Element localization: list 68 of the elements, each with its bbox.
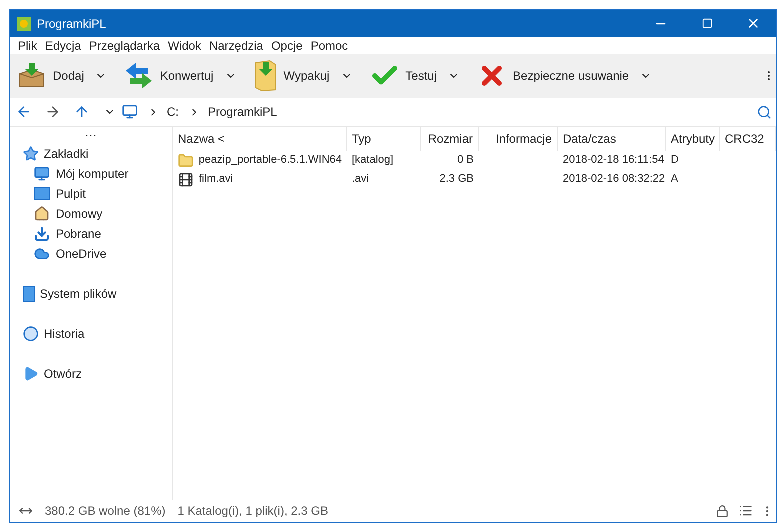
toolbar-button[interactable]: Konwertuj <box>121 58 217 94</box>
swap-arrows-icon <box>124 62 154 90</box>
window-title: ProgramkiPL <box>37 16 106 32</box>
menu-item[interactable]: Przeglądarka <box>85 36 164 54</box>
lock-icon[interactable] <box>716 504 729 518</box>
film-icon <box>178 172 194 188</box>
sidebar-item[interactable]: Otwórz <box>10 364 172 384</box>
table-cell-text: [katalog] <box>352 153 394 168</box>
table-cell-text: peazip_portable-6.5.1.WIN64 <box>198 153 342 168</box>
menu-item[interactable]: Pomoc <box>306 36 352 54</box>
monitor-icon <box>34 166 50 182</box>
menu-item[interactable]: Opcje <box>267 36 307 54</box>
column-header[interactable]: Typ <box>347 127 421 151</box>
table-cell-text: A <box>671 172 678 188</box>
sidebar-item[interactable]: Pobrane <box>10 224 172 244</box>
table-cell-text: 2.3 GB <box>440 172 474 188</box>
sidebar-item[interactable]: System plików <box>10 284 172 304</box>
sidebar-item[interactable]: Pulpit <box>10 184 172 204</box>
column-header[interactable]: Rozmiar <box>421 127 479 151</box>
search-icon[interactable] <box>757 104 772 120</box>
toolbar-button[interactable]: Bezpieczne usuwanie <box>474 58 632 94</box>
summary-text: 1 Katalog(i), 1 plik(i), 2.3 GB <box>178 503 328 520</box>
star-icon <box>23 146 39 162</box>
menu-item[interactable]: Widok <box>164 36 206 54</box>
computer-icon[interactable] <box>122 104 138 120</box>
download-icon <box>34 226 50 242</box>
box-icon <box>17 62 47 90</box>
sidebar-item[interactable]: OneDrive <box>10 244 172 264</box>
table-cell-text: D <box>671 153 679 168</box>
more-dots[interactable]: ··· <box>85 128 97 142</box>
up-icon[interactable] <box>74 104 90 120</box>
toolbar-button[interactable]: Testuj <box>366 58 440 94</box>
column-header[interactable]: Atrybuty <box>666 127 720 151</box>
table-cell-text: 2018-02-16 08:32:22 <box>563 172 666 188</box>
table-cell-text: 0 B <box>457 153 474 168</box>
play-icon <box>23 366 39 382</box>
file-row[interactable]: film.avi .avi 2.3 GB 2018-02-16 08:32:22 A <box>173 170 776 189</box>
maximize-icon[interactable] <box>702 18 712 29</box>
sidebar-item[interactable]: Historia <box>10 324 172 344</box>
app-logo-icon <box>17 16 31 30</box>
sidebar-item[interactable]: Domowy <box>10 204 172 224</box>
sidebar-item[interactable]: Mój komputer <box>10 164 172 184</box>
free-space-text: 380.2 GB wolne (81%) <box>45 503 166 520</box>
path-segment[interactable]: C: <box>167 103 179 121</box>
menu-item[interactable]: Plik <box>14 36 42 54</box>
screen-icon <box>34 187 50 201</box>
folder-icon <box>178 152 194 168</box>
toolbar-button[interactable]: Dodaj <box>14 58 88 94</box>
back-icon[interactable] <box>16 104 32 120</box>
folder-icon <box>254 60 278 92</box>
drive-icon <box>23 286 35 302</box>
table-cell-text: 2018-02-18 16:11:54 <box>563 153 664 168</box>
menu-item[interactable]: Narzędzia <box>205 36 268 54</box>
table-cell-text: .avi <box>352 172 370 188</box>
cloud-icon <box>34 246 50 262</box>
path-segment[interactable]: ProgramkiPL <box>208 103 278 121</box>
table-cell-text: film.avi <box>199 172 234 188</box>
column-header[interactable]: CRC32 <box>720 127 776 151</box>
forward-icon[interactable] <box>45 104 61 120</box>
toolbar-button[interactable]: Wypakuj <box>250 58 333 94</box>
menu-item[interactable]: Edycja <box>41 36 86 54</box>
column-header[interactable]: Nazwa < <box>173 127 347 151</box>
sidebar-item[interactable]: Zakładki <box>10 144 172 164</box>
file-row[interactable]: peazip_portable-6.5.1.WIN64 [katalog] 0 B 2018-02-18 16:11:54 D <box>173 151 776 170</box>
list-view-icon[interactable] <box>739 504 753 518</box>
house-icon <box>34 206 50 222</box>
column-header[interactable]: Data/czas <box>558 127 666 151</box>
column-header[interactable]: Informacje <box>479 127 558 151</box>
